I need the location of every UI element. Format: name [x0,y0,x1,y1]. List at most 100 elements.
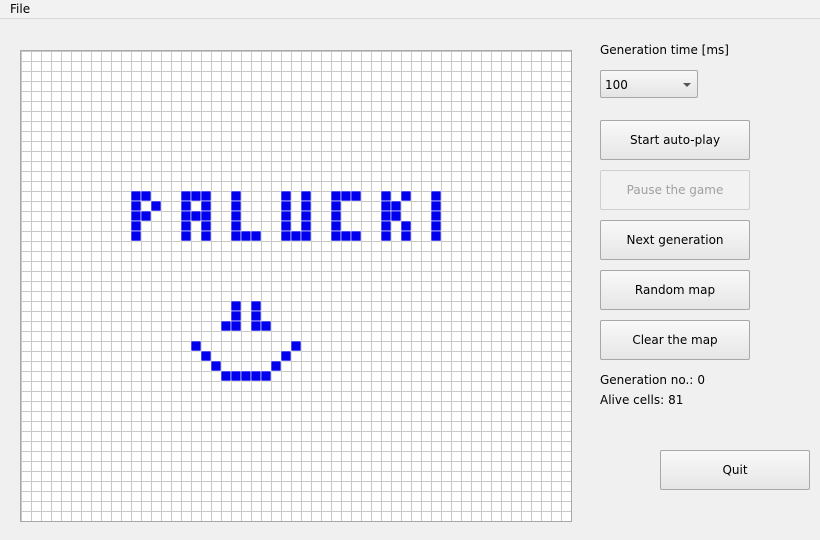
random-map-button[interactable]: Random map [600,270,750,310]
generation-time-label: Generation time [ms] [600,43,729,57]
alive-cell[interactable] [180,210,192,222]
alive-cell[interactable] [230,200,242,212]
alive-cell[interactable] [180,190,192,202]
alive-cell[interactable] [250,310,262,322]
alive-cell[interactable] [390,210,402,222]
alive-cell[interactable] [230,320,242,332]
alive-cell[interactable] [180,220,192,232]
generation-time-dropdown[interactable]: 100 [600,70,698,98]
alive-cell[interactable] [350,230,362,242]
alive-cell[interactable] [240,370,252,382]
alive-cell[interactable] [240,230,252,242]
alive-cell[interactable] [400,230,412,242]
alive-cell[interactable] [260,320,272,332]
pause-game-button[interactable]: Pause the game [600,170,750,210]
alive-cell[interactable] [220,320,232,332]
alive-cell[interactable] [300,210,312,222]
alive-cell[interactable] [150,200,162,212]
alive-cells-label: Alive cells: [600,393,665,407]
alive-cell[interactable] [250,300,262,312]
alive-cell[interactable] [280,220,292,232]
alive-cell[interactable] [230,190,242,202]
alive-cell[interactable] [280,210,292,222]
alive-cell[interactable] [300,190,312,202]
alive-cell[interactable] [260,370,272,382]
alive-cells-counter: Alive cells: 81 [600,392,683,408]
alive-cell[interactable] [380,190,392,202]
alive-cell[interactable] [380,230,392,242]
alive-cell[interactable] [180,230,192,242]
game-board[interactable] [20,50,572,522]
alive-cell[interactable] [380,210,392,222]
alive-cell[interactable] [140,190,152,202]
alive-cell[interactable] [390,200,402,212]
next-generation-button[interactable]: Next generation [600,220,750,260]
alive-cell[interactable] [350,190,362,202]
alive-cell[interactable] [200,350,212,362]
generation-time-value: 100 [605,78,628,92]
generation-counter: Generation no.: 0 [600,372,705,388]
alive-cell[interactable] [270,360,282,372]
alive-cell[interactable] [430,210,442,222]
alive-cell[interactable] [340,230,352,242]
game-grid[interactable] [21,51,571,521]
alive-cell[interactable] [230,210,242,222]
alive-cell[interactable] [200,200,212,212]
start-autoplay-button[interactable]: Start auto-play [600,120,750,160]
alive-cell[interactable] [130,190,142,202]
alive-cell[interactable] [230,220,242,232]
alive-cell[interactable] [330,200,342,212]
alive-cell[interactable] [330,230,342,242]
alive-cell[interactable] [230,300,242,312]
alive-cell[interactable] [130,220,142,232]
alive-cell[interactable] [280,230,292,242]
alive-cell[interactable] [290,230,302,242]
alive-cell[interactable] [130,210,142,222]
menu-file[interactable]: File [3,1,37,17]
generation-no-label: Generation no.: [600,373,694,387]
alive-cell[interactable] [190,340,202,352]
alive-cell[interactable] [220,370,232,382]
alive-cell[interactable] [230,370,242,382]
alive-cell[interactable] [300,200,312,212]
alive-cells-value: 81 [668,393,684,407]
alive-cell[interactable] [230,310,242,322]
menu-bar: File [0,0,820,19]
alive-cell[interactable] [330,190,342,202]
alive-cell[interactable] [430,190,442,202]
alive-cell[interactable] [130,230,142,242]
alive-cell[interactable] [430,220,442,232]
alive-cell[interactable] [200,220,212,232]
alive-cell[interactable] [290,340,302,352]
alive-cell[interactable] [250,370,262,382]
alive-cell[interactable] [230,230,242,242]
alive-cell[interactable] [200,190,212,202]
alive-cell[interactable] [400,220,412,232]
alive-cell[interactable] [330,210,342,222]
alive-cell[interactable] [380,220,392,232]
alive-cell[interactable] [280,200,292,212]
alive-cell[interactable] [190,210,202,222]
alive-cell[interactable] [140,210,152,222]
alive-cell[interactable] [380,200,392,212]
alive-cell[interactable] [430,200,442,212]
alive-cell[interactable] [280,350,292,362]
alive-cell[interactable] [250,320,262,332]
alive-cell[interactable] [300,220,312,232]
alive-cell[interactable] [180,200,192,212]
alive-cell[interactable] [330,220,342,232]
alive-cell[interactable] [200,230,212,242]
alive-cell[interactable] [280,190,292,202]
alive-cell[interactable] [300,230,312,242]
alive-cell[interactable] [190,190,202,202]
alive-cell[interactable] [200,210,212,222]
alive-cell[interactable] [340,190,352,202]
alive-cell[interactable] [130,200,142,212]
clear-map-button[interactable]: Clear the map [600,320,750,360]
alive-cell[interactable] [210,360,222,372]
alive-cell[interactable] [250,230,262,242]
quit-button[interactable]: Quit [660,450,810,490]
alive-cell[interactable] [400,190,412,202]
alive-cell[interactable] [430,230,442,242]
chevron-down-icon [683,83,691,87]
